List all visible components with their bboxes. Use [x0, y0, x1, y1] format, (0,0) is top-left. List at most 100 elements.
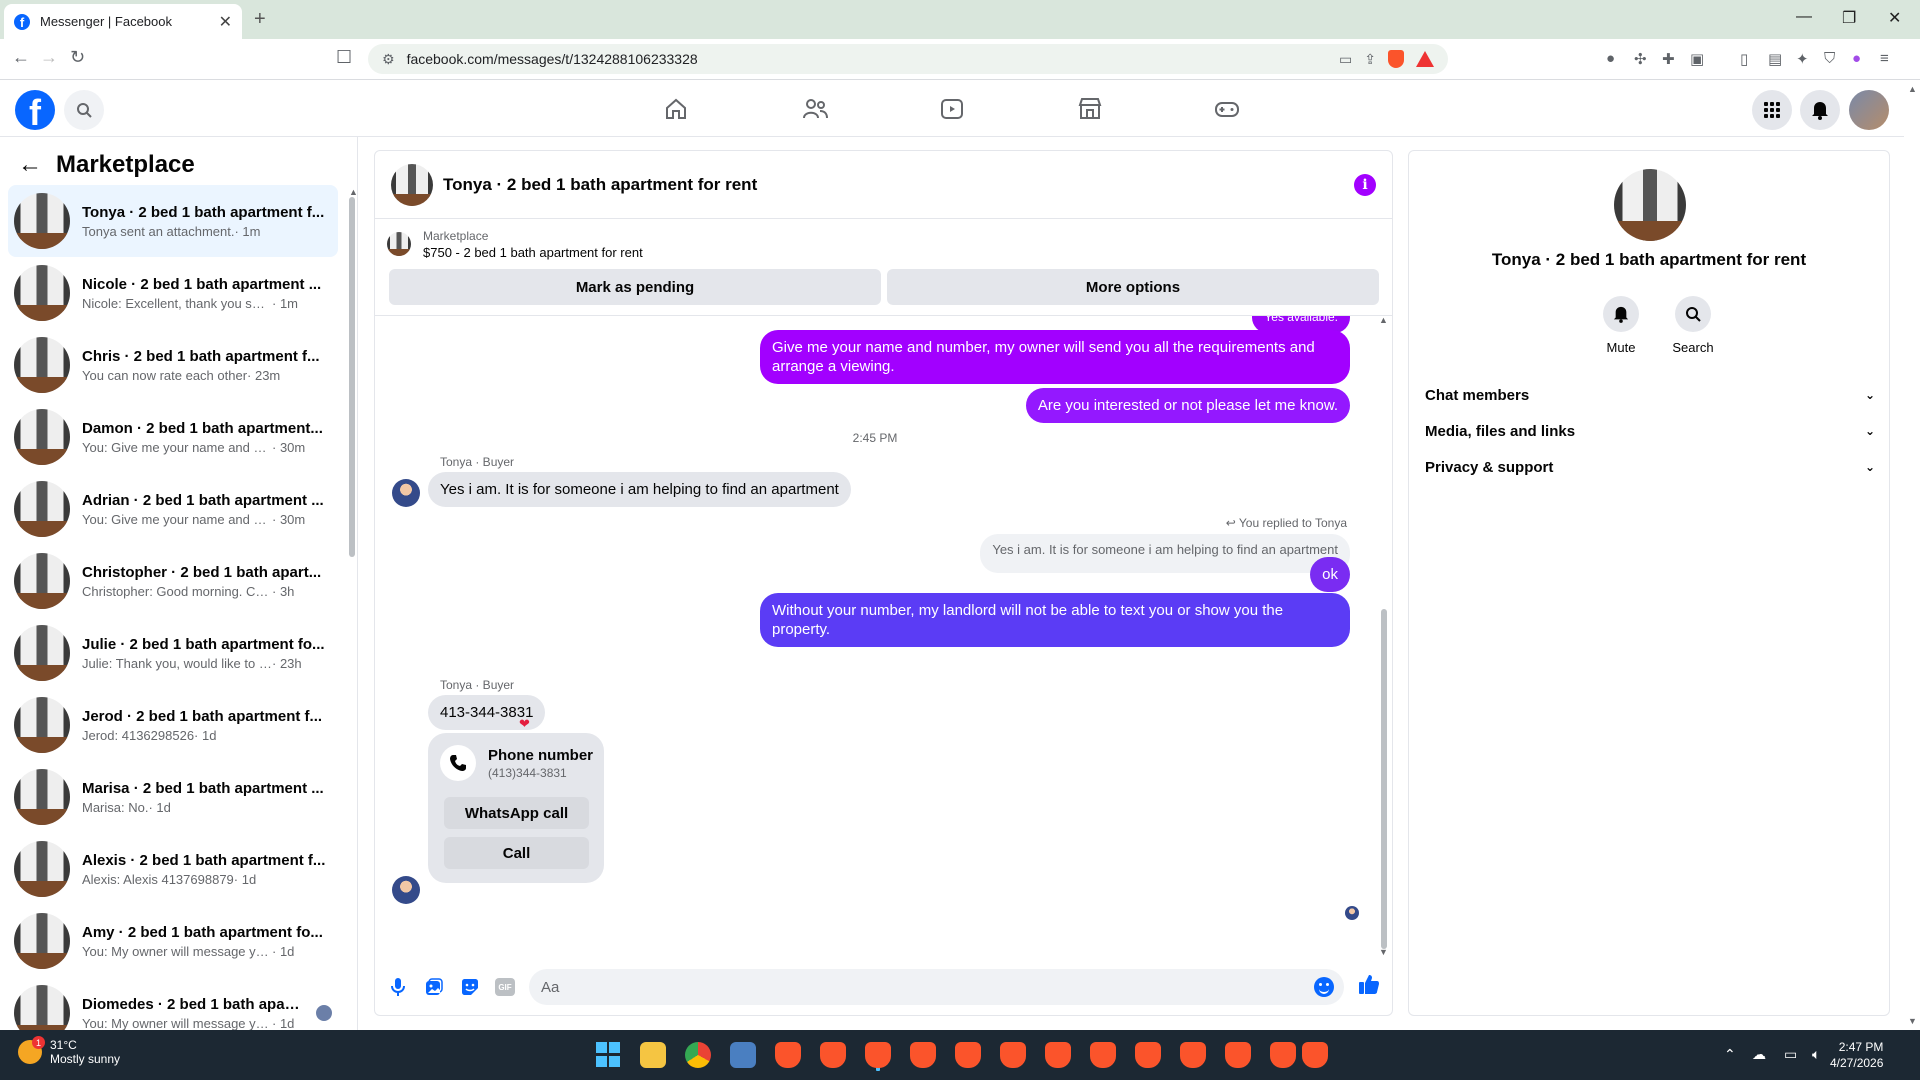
chrome-icon[interactable]: [685, 1042, 711, 1068]
contact-avatar[interactable]: [392, 876, 420, 904]
brave-browser-icon[interactable]: [865, 1042, 891, 1068]
brave-browser-icon[interactable]: [1000, 1042, 1026, 1068]
more-options-button[interactable]: More options: [887, 269, 1379, 305]
reload-icon[interactable]: ↻: [70, 47, 85, 68]
share-icon[interactable]: ⇪: [1364, 51, 1376, 68]
chat-title[interactable]: Tonya · 2 bed 1 bath apartment for rent: [443, 175, 1344, 195]
conversation-item[interactable]: Damon · 2 bed 1 bath apartment... You: Gi…: [8, 401, 338, 473]
restore-icon[interactable]: ❐: [1842, 8, 1856, 28]
sidebar-icon[interactable]: ▯: [1740, 50, 1748, 68]
conversation-item[interactable]: Chris · 2 bed 1 bath apartment f... You c…: [8, 329, 338, 401]
puzzle-icon[interactable]: ✚: [1662, 50, 1675, 68]
system-clock[interactable]: 2:47 PM 4/27/2026: [1830, 1039, 1883, 1071]
scrollbar-thumb[interactable]: [349, 197, 355, 557]
quoted-reply[interactable]: Yes i am. It is for someone i am helping…: [980, 534, 1350, 573]
info-icon[interactable]: i: [1354, 173, 1376, 196]
address-bar[interactable]: ⚙ facebook.com/messages/t/13242881062333…: [368, 44, 1448, 74]
message-input[interactable]: Aa: [529, 969, 1344, 1005]
microphone-icon[interactable]: [387, 976, 409, 998]
extension-icon[interactable]: ✣: [1634, 50, 1647, 68]
brave-browser-icon[interactable]: [1225, 1042, 1251, 1068]
volume-icon[interactable]: 🔈︎: [1812, 1046, 1820, 1063]
search-conversation-button[interactable]: Search: [1663, 296, 1723, 355]
media-files-section[interactable]: Media, files and links ⌄: [1425, 413, 1875, 449]
message-bubble-outgoing[interactable]: ok: [1310, 557, 1350, 592]
leo-icon[interactable]: ✦: [1796, 50, 1809, 68]
sidebar-scrollbar[interactable]: ▲: [348, 187, 357, 707]
listing-bar[interactable]: Marketplace $750 - 2 bed 1 bath apartmen…: [375, 220, 1392, 268]
like-thumb-icon[interactable]: [1358, 973, 1380, 1001]
bookmark-icon[interactable]: ☐: [336, 47, 352, 68]
brave-browser-icon[interactable]: [1180, 1042, 1206, 1068]
conversation-item[interactable]: Diomedes · 2 bed 1 bath apart... You: My …: [8, 977, 338, 1030]
whatsapp-call-button[interactable]: WhatsApp call: [444, 797, 589, 829]
scrollbar-thumb[interactable]: [1381, 609, 1387, 949]
sticker-icon[interactable]: [459, 976, 481, 998]
page-scrollbar[interactable]: ▲ ▼: [1904, 80, 1920, 1030]
minimize-icon[interactable]: —: [1796, 8, 1812, 26]
scroll-down-icon[interactable]: ▼: [1908, 1016, 1917, 1026]
brave-rewards-icon[interactable]: [1416, 51, 1434, 67]
forward-icon[interactable]: →: [40, 47, 58, 68]
tray-chevron-icon[interactable]: ⌃: [1724, 1046, 1736, 1063]
notepad-icon[interactable]: [730, 1042, 756, 1068]
start-button-icon[interactable]: [596, 1042, 622, 1068]
gif-icon[interactable]: GIF: [495, 978, 515, 996]
marketplace-nav-button[interactable]: [1060, 94, 1120, 124]
emoji-icon[interactable]: [1314, 977, 1334, 997]
brave-browser-icon[interactable]: [1090, 1042, 1116, 1068]
scroll-up-icon[interactable]: ▲: [1379, 315, 1388, 325]
mute-button[interactable]: Mute: [1591, 296, 1651, 355]
brave-browser-icon[interactable]: [1270, 1042, 1296, 1068]
message-bubble-outgoing[interactable]: Are you interested or not please let me …: [1025, 388, 1350, 423]
menu-grid-button[interactable]: [1752, 90, 1792, 130]
conversation-item[interactable]: Amy · 2 bed 1 bath apartment fo... You: M…: [8, 905, 338, 977]
privacy-support-section[interactable]: Privacy & support ⌄: [1425, 449, 1875, 485]
heart-reaction-icon[interactable]: ❤: [519, 716, 530, 732]
extension-icon[interactable]: ●: [1606, 50, 1615, 67]
browser-tab[interactable]: f Messenger | Facebook ✕: [4, 4, 242, 39]
conversation-item[interactable]: Tonya · 2 bed 1 bath apartment f... Tonya…: [8, 185, 338, 257]
conversation-item[interactable]: Christopher · 2 bed 1 bath apart... Chris…: [8, 545, 338, 617]
scroll-up-icon[interactable]: ▲: [1908, 84, 1917, 94]
close-tab-icon[interactable]: ✕: [219, 12, 232, 32]
wallet-icon[interactable]: ▤: [1768, 50, 1782, 68]
photo-icon[interactable]: [423, 976, 445, 998]
new-tab-icon[interactable]: +: [254, 8, 266, 31]
conversation-item[interactable]: Nicole · 2 bed 1 bath apartment ... Nicol…: [8, 257, 338, 329]
conversation-item[interactable]: Alexis · 2 bed 1 bath apartment f... Alex…: [8, 833, 338, 905]
weather-widget[interactable]: 1 31°C Mostly sunny: [18, 1036, 120, 1066]
account-avatar[interactable]: [1849, 90, 1889, 130]
vpn-icon[interactable]: ⛉: [1824, 50, 1835, 67]
home-nav-button[interactable]: [646, 94, 706, 124]
brave-browser-icon[interactable]: [775, 1042, 801, 1068]
video-nav-button[interactable]: [922, 94, 982, 124]
brave-shield-icon[interactable]: [1388, 50, 1404, 68]
brave-browser-icon[interactable]: [1135, 1042, 1161, 1068]
friends-nav-button[interactable]: [785, 94, 845, 124]
conversation-item[interactable]: Marisa · 2 bed 1 bath apartment ... Maris…: [8, 761, 338, 833]
conversation-item[interactable]: Jerod · 2 bed 1 bath apartment f... Jerod…: [8, 689, 338, 761]
close-window-icon[interactable]: ✕: [1888, 8, 1901, 28]
conversation-item[interactable]: Julie · 2 bed 1 bath apartment fo... Juli…: [8, 617, 338, 689]
brave-browser-icon[interactable]: [910, 1042, 936, 1068]
brave-browser-icon[interactable]: [820, 1042, 846, 1068]
search-button[interactable]: [64, 90, 104, 130]
onedrive-icon[interactable]: ☁: [1752, 1046, 1766, 1063]
chat-members-section[interactable]: Chat members ⌄: [1425, 377, 1875, 413]
chat-scrollbar[interactable]: ▲ ▼: [1378, 315, 1390, 959]
profile-icon[interactable]: ●: [1852, 50, 1861, 67]
site-info-icon[interactable]: ⚙: [382, 51, 395, 68]
call-button[interactable]: Call: [444, 837, 589, 869]
back-icon[interactable]: ←: [12, 47, 30, 68]
menu-icon[interactable]: ≡: [1880, 50, 1889, 67]
message-bubble-outgoing[interactable]: Without your number, my landlord will no…: [760, 593, 1350, 647]
gaming-nav-button[interactable]: [1197, 94, 1257, 124]
contact-avatar[interactable]: [392, 479, 420, 507]
extension-icon[interactable]: ▣: [1690, 50, 1704, 68]
back-arrow-icon[interactable]: ←: [18, 151, 42, 179]
listing-thumbnail[interactable]: [391, 163, 433, 206]
file-explorer-icon[interactable]: [640, 1042, 666, 1068]
brave-browser-icon[interactable]: [1045, 1042, 1071, 1068]
scroll-up-icon[interactable]: ▲: [349, 187, 357, 197]
